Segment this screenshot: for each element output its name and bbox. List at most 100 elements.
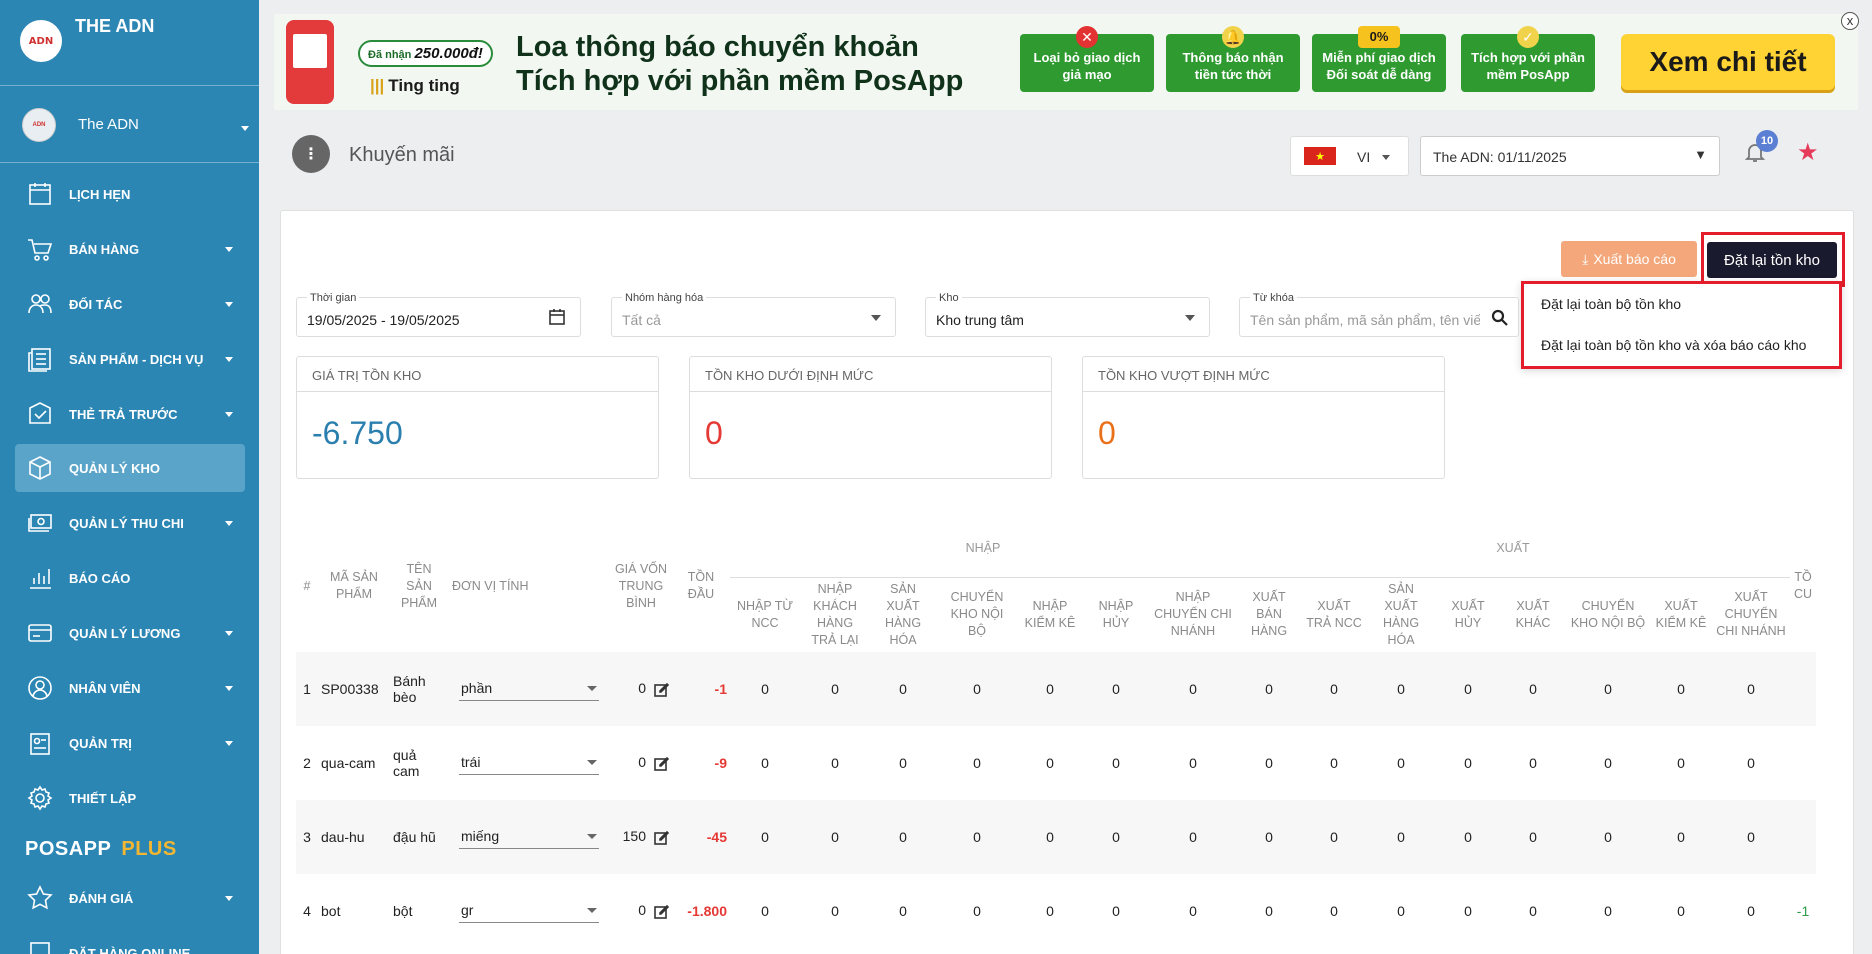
sidebar-item-dat-hang-online[interactable]: ĐẶT HÀNG ONLINE	[15, 929, 245, 954]
stock-cell: 0	[1150, 651, 1236, 726]
sidebar-item-thu-chi[interactable]: QUẢN LÝ THU CHI	[15, 499, 245, 547]
chevron-down-icon	[587, 685, 597, 691]
sidebar-item-doi-tac[interactable]: ĐỐI TÁC	[15, 280, 245, 328]
product-name: quả cam	[393, 746, 420, 779]
stock-cell: 0	[1082, 651, 1150, 726]
edit-icon[interactable]	[646, 828, 670, 845]
branch-date-select[interactable]: The ADN: 01/11/2025 ▼	[1420, 136, 1720, 176]
export-report-button[interactable]: ⤓ Xuất báo cáo	[1561, 241, 1697, 277]
sidebar-item-san-pham[interactable]: SẢN PHẨM - DỊCH VỤ	[15, 335, 245, 383]
keyword-search-field[interactable]: Từ khóa Tên sản phẩm, mã sản phẩm, tên v…	[1239, 292, 1519, 337]
col-header: ĐƠN VỊ TÍNH	[452, 578, 529, 593]
store-switcher[interactable]: ADN The ADN	[0, 86, 259, 163]
sidebar-item-label: LỊCH HẸN	[69, 186, 131, 202]
stock-cell: 0	[1265, 902, 1273, 919]
product-name: Bánh bèo	[390, 651, 448, 726]
box-icon	[25, 453, 55, 483]
stock-cell: 0	[899, 754, 907, 771]
stock-cell: 0	[936, 799, 1018, 874]
branch-date-value: The ADN: 01/11/2025	[1433, 149, 1567, 165]
chevron-down-icon	[871, 315, 881, 321]
promo-banner[interactable]: Đã nhận 250.000đ! ||| Ting ting Loa thông…	[274, 14, 1858, 110]
edit-icon[interactable]	[646, 754, 670, 771]
chevron-down-icon	[241, 126, 249, 131]
stock-cell: 0	[761, 902, 769, 919]
sidebar-item-danh-gia[interactable]: ĐÁNH GIÁ	[15, 874, 245, 922]
table-row: 1 SP00338 Bánh bèo phần 0 -1 0 0 0 0 0 0 0 0 0 0 0 0 0 0 0	[296, 651, 1817, 726]
stock-cell: 0	[730, 651, 800, 726]
menu-item-reset-all[interactable]: Đặt lại toàn bộ tồn kho	[1524, 284, 1839, 325]
notification-count-badge: 10	[1756, 130, 1778, 152]
time-value: 19/05/2025 - 19/05/2025	[307, 312, 460, 328]
chevron-down-icon	[225, 631, 233, 636]
stock-cell: 0	[1302, 651, 1366, 726]
stock-cell: 0	[1677, 902, 1685, 919]
time-range-field[interactable]: Thời gian 19/05/2025 - 19/05/2025	[296, 292, 581, 337]
language-select[interactable]: ★ VI	[1290, 136, 1409, 176]
product-group-select[interactable]: Nhóm hàng hóa Tất cả	[611, 292, 896, 337]
col-header: #	[303, 578, 311, 593]
opening-stock: -1.800	[687, 902, 727, 919]
sidebar-item-quan-ly-luong[interactable]: QUẢN LÝ LƯƠNG	[15, 609, 245, 657]
row-number: 4	[303, 902, 311, 919]
stock-cell: 0	[1189, 754, 1197, 771]
stock-cell: 0	[1747, 902, 1755, 919]
stock-cell: 0	[936, 651, 1018, 726]
sidebar-item-lich-hen[interactable]: LỊCH HẸN	[15, 170, 245, 218]
stock-cell: 0	[1112, 754, 1120, 771]
sidebar-item-quan-tri[interactable]: QUẢN TRỊ	[15, 719, 245, 767]
brand-logo[interactable]: ADN	[20, 20, 62, 62]
warehouse-select[interactable]: Kho Kho trung tâm	[925, 292, 1210, 337]
stock-cell: 0	[1265, 754, 1273, 771]
sidebar-item-ban-hang[interactable]: BÁN HÀNG	[15, 225, 245, 273]
stock-cell: 0	[1330, 902, 1338, 919]
edit-icon[interactable]	[646, 902, 670, 919]
close-banner-button[interactable]: x	[1841, 12, 1859, 30]
col-header: CHUYỂN KHO NỘI BỘ	[950, 590, 1004, 638]
unit-select[interactable]: miếng	[459, 824, 599, 849]
col-header: SẢN XUẤT HÀNG HÓA	[884, 581, 922, 647]
sidebar-item-quan-ly-kho[interactable]: QUẢN LÝ KHO	[15, 444, 245, 492]
avg-cost: 0	[638, 902, 646, 919]
sidebar-item-bao-cao[interactable]: BÁO CÁO	[15, 554, 245, 602]
sidebar-item-nhan-vien[interactable]: NHÂN VIÊN	[15, 664, 245, 712]
sidebar-item-label: THIẾT LẬP	[69, 790, 137, 806]
stock-cell: 0	[1677, 754, 1685, 771]
stock-cell: 0	[1366, 799, 1436, 874]
stock-cell: 0	[1366, 651, 1436, 726]
sidebar-item-label: QUẢN LÝ LƯƠNG	[69, 625, 181, 641]
stat-value: 0	[705, 415, 723, 451]
qr-speaker-image	[286, 20, 334, 104]
stock-cell: 0	[800, 651, 870, 726]
sidebar-item-the-tra-truoc[interactable]: THẺ TRẢ TRƯỚC	[15, 390, 245, 438]
stock-cell: 0	[870, 799, 936, 874]
chevron-down-icon	[587, 907, 597, 913]
stock-cell: 0	[831, 902, 839, 919]
row-number: 1	[296, 651, 318, 726]
search-icon[interactable]	[1491, 309, 1508, 326]
col-header: TÊN SẢN PHẨM	[400, 561, 438, 610]
stock-cell: 0	[1112, 902, 1120, 919]
view-details-button[interactable]: Xem chi tiết	[1621, 34, 1835, 90]
unit-value: miếng	[461, 828, 500, 844]
favorite-star-icon[interactable]: ★	[1797, 138, 1819, 167]
unit-select[interactable]: gr	[459, 898, 599, 923]
sidebar-item-label: ĐÁNH GIÁ	[69, 890, 134, 906]
stat-card-stock-value: GIÁ TRỊ TỒN KHO -6.750	[296, 356, 659, 479]
sidebar-item-thiet-lap[interactable]: THIẾT LẬP	[15, 774, 245, 822]
unit-select[interactable]: trái	[459, 750, 599, 775]
stock-cell: 0	[1604, 902, 1612, 919]
stock-cell: 0	[870, 651, 936, 726]
edit-icon[interactable]	[646, 680, 670, 697]
more-menu-icon[interactable]: ⋮	[292, 135, 330, 173]
store-name: The ADN	[78, 116, 139, 133]
product-code: SP00338	[318, 651, 390, 726]
inventory-table: # MÃ SẢN PHẨM TÊN SẢN PHẨM ĐƠN VỊ TÍNH G…	[296, 521, 1817, 948]
menu-item-reset-and-clear[interactable]: Đặt lại toàn bộ tồn kho và xóa báo cáo k…	[1524, 325, 1839, 366]
stock-cell: 0	[1018, 651, 1082, 726]
stock-cell: 0	[1566, 651, 1650, 726]
col-header: XUẤT KHÁC	[1515, 598, 1551, 630]
stock-cell: 0	[1529, 902, 1537, 919]
page-header: ⋮ Khuyến mãi ★ VI The ADN: 01/11/2025 ▼ …	[259, 124, 1872, 186]
unit-select[interactable]: phần	[459, 676, 599, 701]
